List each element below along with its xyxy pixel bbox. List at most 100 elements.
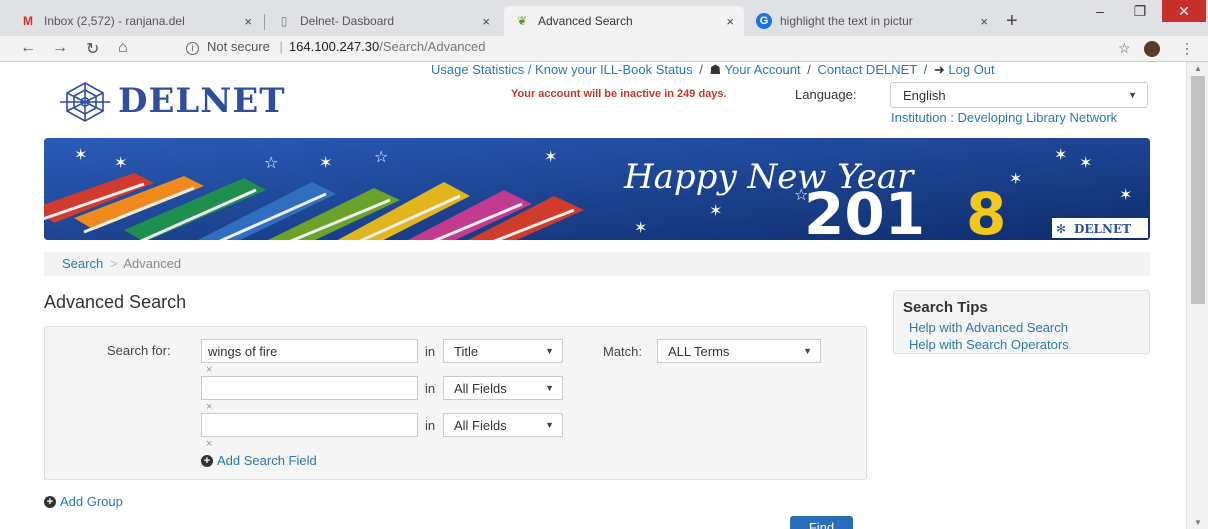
page-content: Usage Statistics / Know your ILL-Book St… — [0, 62, 1186, 529]
plus-circle-icon: + — [201, 454, 213, 467]
back-arrow-icon[interactable]: ← — [20, 39, 36, 57]
svg-text:☆: ☆ — [264, 153, 278, 172]
close-tab-icon[interactable]: × — [726, 14, 734, 29]
close-tab-icon[interactable]: × — [244, 14, 252, 29]
breadcrumb-separator: > — [109, 256, 118, 271]
search-for-label: Search for: — [107, 343, 171, 358]
svg-text:✶: ✶ — [709, 201, 722, 220]
search-group: Search for: wings of fire in Title ▼ Mat… — [44, 326, 867, 480]
bookmark-star-icon[interactable]: ☆ — [1118, 40, 1131, 57]
field-select-2[interactable]: All Fields ▼ — [443, 376, 563, 400]
banner-year: 201 — [804, 180, 925, 240]
reload-icon[interactable]: ↻ — [86, 39, 99, 59]
menu-icon[interactable]: ⋮ — [1180, 40, 1194, 57]
close-tab-icon[interactable]: × — [980, 14, 988, 29]
match-select[interactable]: ALL Terms ▼ — [657, 339, 821, 363]
tab-title: highlight the text in pictur — [780, 14, 913, 28]
plus-circle-icon: + — [44, 495, 56, 508]
tab-delnet-dashboard[interactable]: ▯ Delnet- Dasboard × — [266, 6, 500, 36]
svg-text:✶: ✶ — [1119, 185, 1132, 204]
help-advanced-search-link[interactable]: Help with Advanced Search — [909, 320, 1068, 335]
field-select-3[interactable]: All Fields ▼ — [443, 413, 563, 437]
scroll-up-icon[interactable]: ▲ — [1194, 64, 1202, 73]
add-group-link[interactable]: + Add Group — [44, 494, 123, 509]
add-search-field-label: Add Search Field — [217, 453, 317, 468]
svg-text:✶: ✶ — [74, 145, 87, 164]
page-scrollbar[interactable]: ▲ ▼ — [1186, 62, 1208, 529]
delnet-emblem-icon: ✻ — [1056, 222, 1066, 236]
browser-toolbar: ← → ↻ ⌂ i Not secure | 164.100.247.30/Sear… — [0, 36, 1208, 62]
svg-text:✶: ✶ — [319, 153, 332, 172]
scroll-down-icon[interactable]: ▼ — [1194, 518, 1202, 527]
find-button[interactable]: Find — [790, 516, 853, 529]
svg-text:✶: ✶ — [1054, 145, 1067, 164]
field-select-1[interactable]: Title ▼ — [443, 339, 563, 363]
remove-field-icon[interactable]: × — [206, 438, 212, 450]
close-window-button[interactable]: ✕ — [1162, 0, 1206, 22]
language-label: Language: — [795, 87, 857, 102]
match-select-value: ALL Terms — [668, 344, 730, 359]
banner-year-last-digit: 8 — [966, 180, 1006, 240]
link-separator: / — [807, 62, 811, 77]
url-path: /Search/Advanced — [379, 39, 486, 54]
add-search-field-link[interactable]: + Add Search Field — [201, 453, 317, 468]
logout-link[interactable]: Log Out — [948, 62, 994, 77]
in-label: in — [425, 418, 436, 433]
delnet-logo[interactable]: DELNET — [58, 80, 286, 122]
tab-divider — [264, 14, 265, 30]
usage-statistics-link[interactable]: Usage Statistics / Know your ILL-Book St… — [431, 62, 693, 77]
link-separator: / — [923, 62, 928, 77]
top-navigation: Usage Statistics / Know your ILL-Book St… — [431, 62, 995, 78]
svg-text:✶: ✶ — [114, 153, 127, 172]
svg-text:☆: ☆ — [374, 147, 388, 166]
institution-link[interactable]: Institution : Developing Library Network — [891, 110, 1117, 125]
info-icon[interactable]: i — [186, 42, 199, 55]
tab-gmail[interactable]: M Inbox (2,572) - ranjana.del × — [10, 6, 262, 36]
breadcrumb-search-link[interactable]: Search — [62, 256, 103, 271]
field-select-value: Title — [454, 344, 479, 359]
tab-advanced-search[interactable]: ❦ Advanced Search × — [504, 6, 744, 36]
address-bar[interactable]: i Not secure | 164.100.247.30/Search/Advan… — [186, 39, 486, 55]
chevron-down-icon: ▼ — [545, 383, 554, 393]
tab-title: Delnet- Dasboard — [300, 14, 395, 28]
help-search-operators-link[interactable]: Help with Search Operators — [909, 337, 1069, 352]
account-warning: Your account will be inactive in 249 day… — [511, 88, 727, 100]
svg-text:✶: ✶ — [1009, 169, 1022, 188]
remove-field-icon[interactable]: × — [206, 401, 212, 413]
banner-artwork: ✶ ✶ ☆ ✶ ☆ ✶ ✶✶☆ ✶✶✶ ✶ Happy New Year 201 8 D… — [44, 138, 1150, 240]
search-tips-heading: Search Tips — [903, 299, 988, 316]
scrollbar-thumb[interactable] — [1191, 76, 1205, 304]
home-icon[interactable]: ⌂ — [118, 39, 128, 57]
minimize-button[interactable]: – — [1080, 0, 1120, 22]
tab-title: Inbox (2,572) - ranjana.del — [44, 14, 185, 28]
new-tab-button[interactable]: + — [1006, 10, 1018, 33]
svg-text:✶: ✶ — [544, 147, 557, 166]
tab-title: Advanced Search — [538, 14, 633, 28]
document-icon: ▯ — [280, 14, 288, 28]
contact-link[interactable]: Contact DELNET — [818, 62, 917, 77]
logout-icon: ➜ — [933, 62, 945, 77]
chevron-down-icon: ▼ — [545, 346, 554, 356]
remove-field-icon[interactable]: × — [206, 364, 212, 376]
add-group-label: Add Group — [60, 494, 123, 509]
search-term-input-3[interactable] — [201, 413, 418, 437]
your-account-link[interactable]: Your Account — [725, 62, 801, 77]
forward-arrow-icon[interactable]: → — [52, 39, 68, 57]
browser-tab-strip: M Inbox (2,572) - ranjana.del × ▯ Delnet… — [0, 0, 1208, 36]
close-tab-icon[interactable]: × — [482, 14, 490, 29]
chevron-down-icon: ▼ — [545, 420, 554, 430]
extension-avatar-icon[interactable] — [1144, 41, 1160, 57]
page-title: Advanced Search — [44, 292, 187, 312]
language-select[interactable]: English ▼ — [890, 82, 1148, 108]
maximize-button[interactable]: ❐ — [1120, 0, 1160, 22]
chevron-down-icon: ▼ — [1128, 90, 1137, 100]
search-term-input-2[interactable] — [201, 376, 418, 400]
in-label: in — [425, 344, 436, 359]
language-value: English — [903, 88, 946, 103]
logo-text: DELNET — [118, 81, 286, 121]
svg-text:✶: ✶ — [1079, 153, 1092, 172]
search-term-input-1[interactable]: wings of fire — [201, 339, 418, 363]
url-host: 164.100.247.30 — [288, 39, 380, 54]
tab-google[interactable]: G highlight the text in pictur × — [746, 6, 998, 36]
chevron-down-icon: ▼ — [803, 346, 812, 356]
